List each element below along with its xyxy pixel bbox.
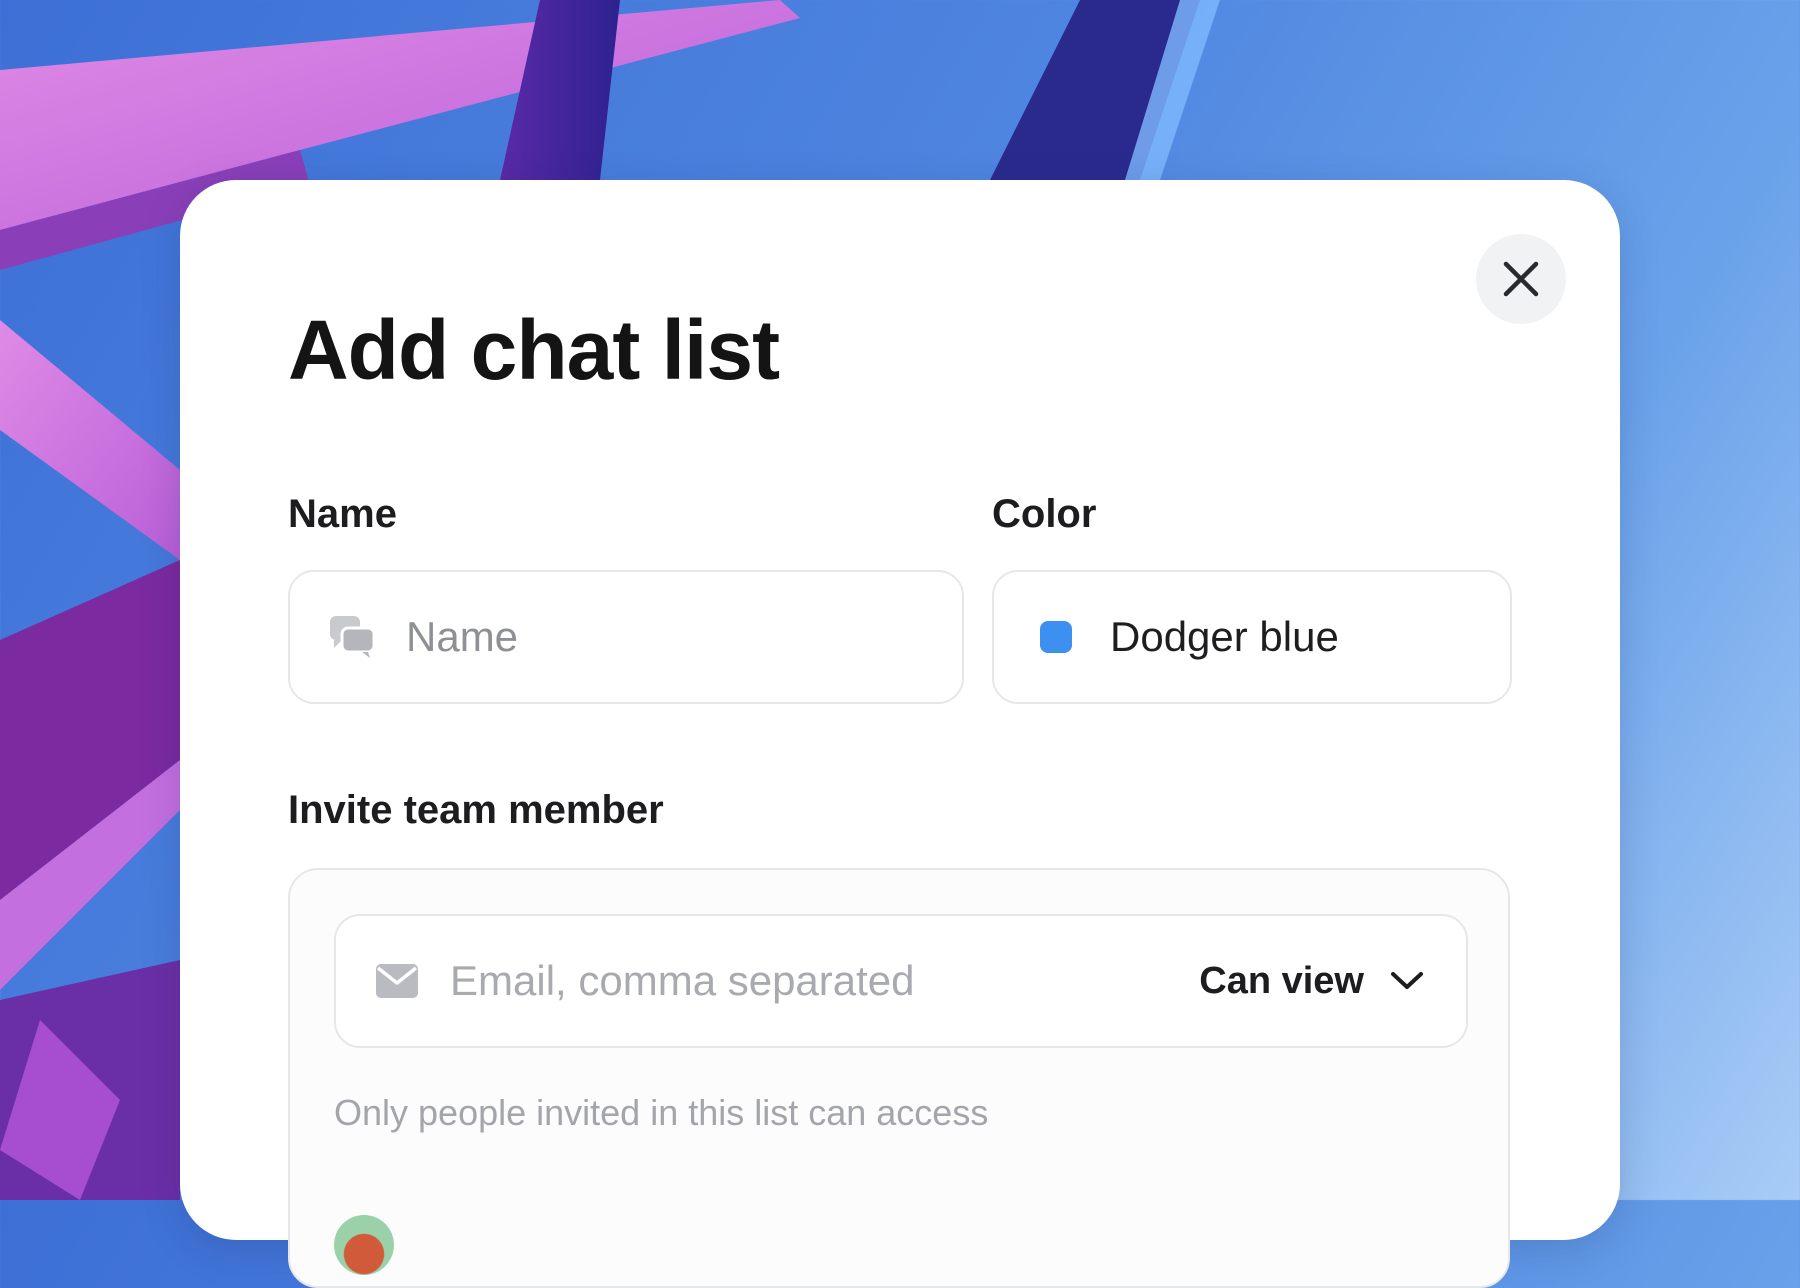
name-input-placeholder[interactable]: Name bbox=[406, 613, 518, 661]
name-field[interactable]: Name bbox=[288, 570, 964, 704]
color-value: Dodger blue bbox=[1110, 613, 1339, 660]
permission-value: Can view bbox=[1199, 959, 1364, 1002]
avatar bbox=[334, 1215, 394, 1275]
email-input-placeholder[interactable]: Email, comma separated bbox=[450, 957, 915, 1005]
mail-icon bbox=[376, 964, 418, 998]
invite-hint: Only people invited in this list can acc… bbox=[334, 1092, 989, 1133]
dialog-title: Add chat list bbox=[288, 303, 780, 397]
permission-dropdown[interactable]: Can view bbox=[1199, 916, 1424, 1046]
color-label: Color bbox=[992, 492, 1097, 536]
add-chat-list-dialog: Add chat list Name Name Color Dodger blu… bbox=[180, 180, 1620, 1288]
invite-label: Invite team member bbox=[288, 788, 664, 832]
close-button[interactable] bbox=[1476, 234, 1566, 324]
color-select[interactable]: Dodger blue bbox=[992, 570, 1512, 704]
close-icon bbox=[1503, 261, 1539, 297]
name-label: Name bbox=[288, 492, 397, 536]
chevron-down-icon bbox=[1391, 972, 1423, 989]
chat-bubbles-icon bbox=[330, 616, 374, 658]
email-field[interactable]: Email, comma separated Can view bbox=[334, 914, 1468, 1048]
color-swatch bbox=[1040, 621, 1072, 653]
invite-panel: Email, comma separated Can view Only peo… bbox=[288, 868, 1510, 1288]
